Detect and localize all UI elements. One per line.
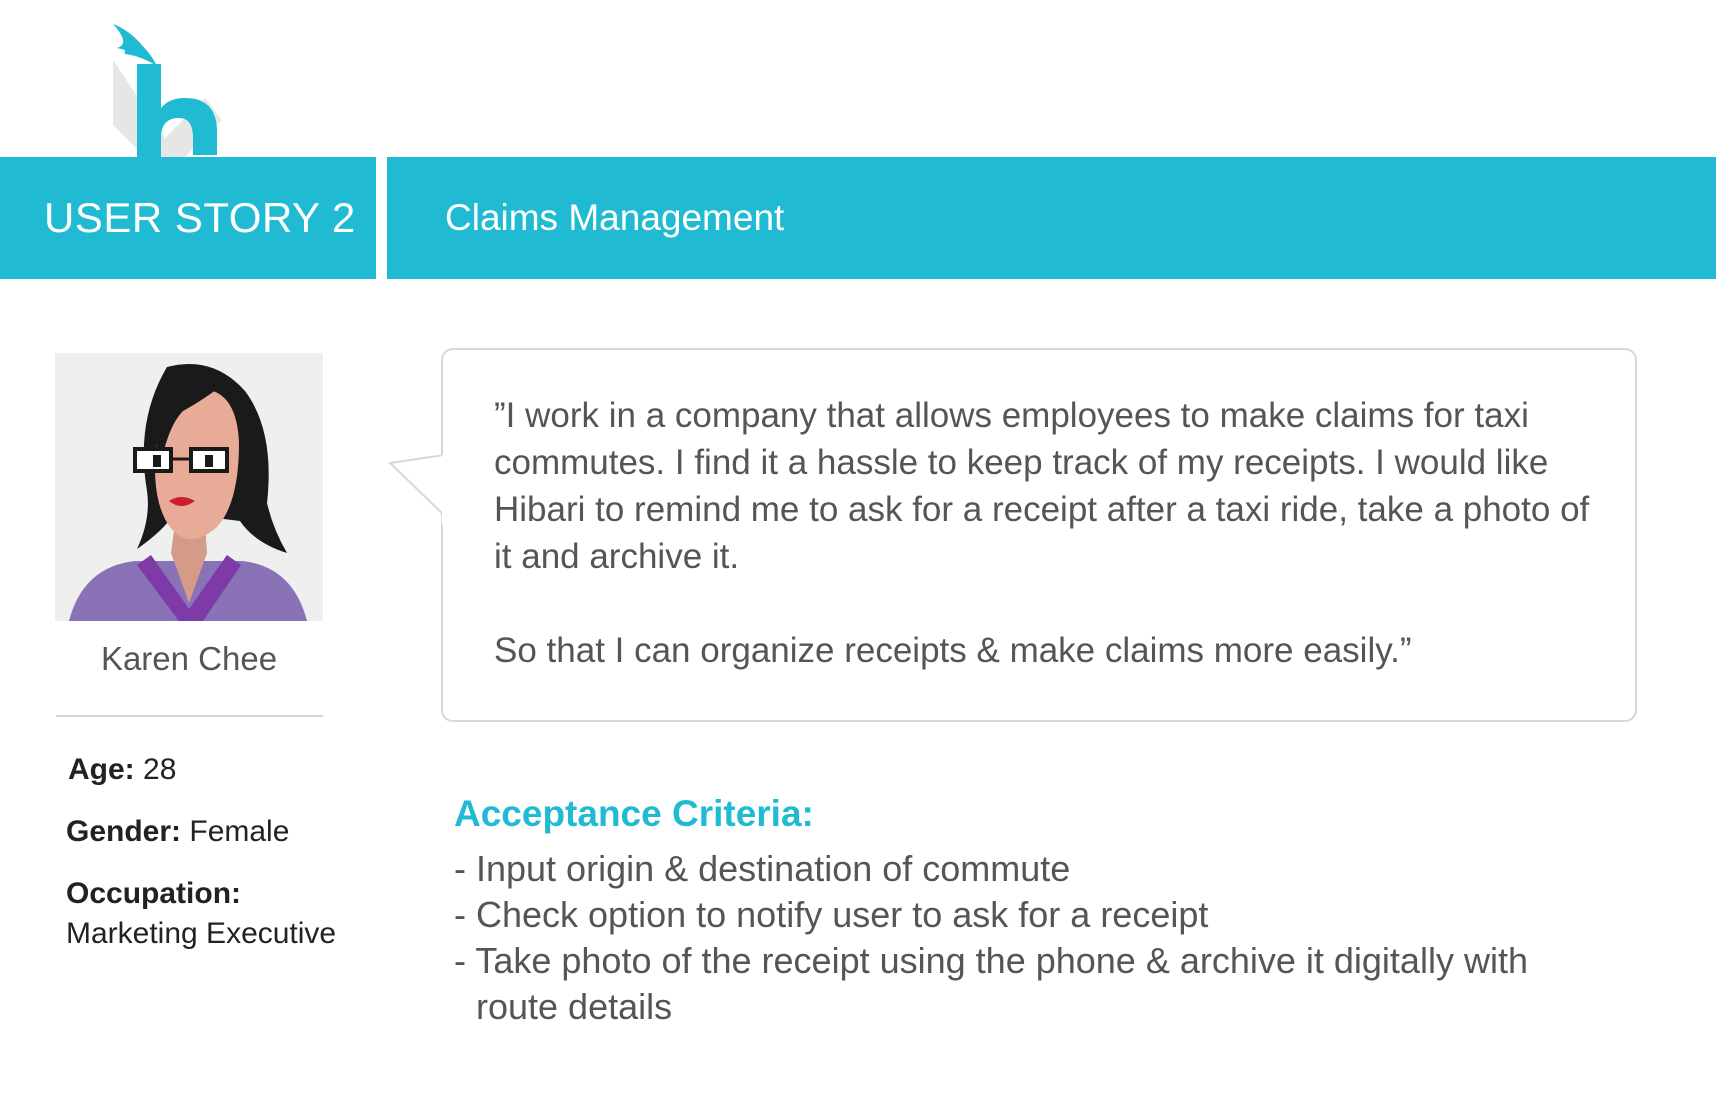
gender-value: Female <box>189 815 290 848</box>
criteria-item: - Take photo of the receipt using the ph… <box>454 940 1528 1027</box>
gender-label: Gender: <box>66 815 182 848</box>
story-label: USER STORY 2 <box>44 194 356 241</box>
acceptance-criteria-list: - Input origin & destination of commute … <box>454 846 1614 1030</box>
divider <box>56 715 323 717</box>
persona-age: Age: 28 <box>68 753 176 787</box>
avatar <box>55 353 323 621</box>
quote-paragraph-2: So that I can organize receipts & make c… <box>494 631 1412 670</box>
woman-with-glasses-avatar-icon <box>69 364 307 621</box>
quote-paragraph-1: ”I work in a company that allows employe… <box>494 396 1590 576</box>
occupation-value: Marketing Executive <box>66 917 337 950</box>
story-title: Claims Management <box>445 197 785 238</box>
persona-name: Karen Chee <box>100 640 278 677</box>
bubble-tail <box>388 455 448 525</box>
persona-gender: Gender: Female <box>66 815 289 849</box>
criteria-item: - Input origin & destination of commute <box>454 848 1071 889</box>
user-quote: ”I work in a company that allows employe… <box>494 392 1614 674</box>
occupation-label: Occupation: <box>66 877 242 910</box>
story-title-banner: Claims Management <box>387 157 1716 279</box>
criteria-item: - Check option to notify user to ask for… <box>454 894 1209 935</box>
acceptance-criteria-heading: Acceptance Criteria: <box>454 793 814 834</box>
age-label: Age: <box>68 753 135 786</box>
age-value: 28 <box>143 753 177 786</box>
persona-occupation: Occupation: <box>66 877 241 911</box>
story-number-banner: USER STORY 2 <box>0 157 376 279</box>
